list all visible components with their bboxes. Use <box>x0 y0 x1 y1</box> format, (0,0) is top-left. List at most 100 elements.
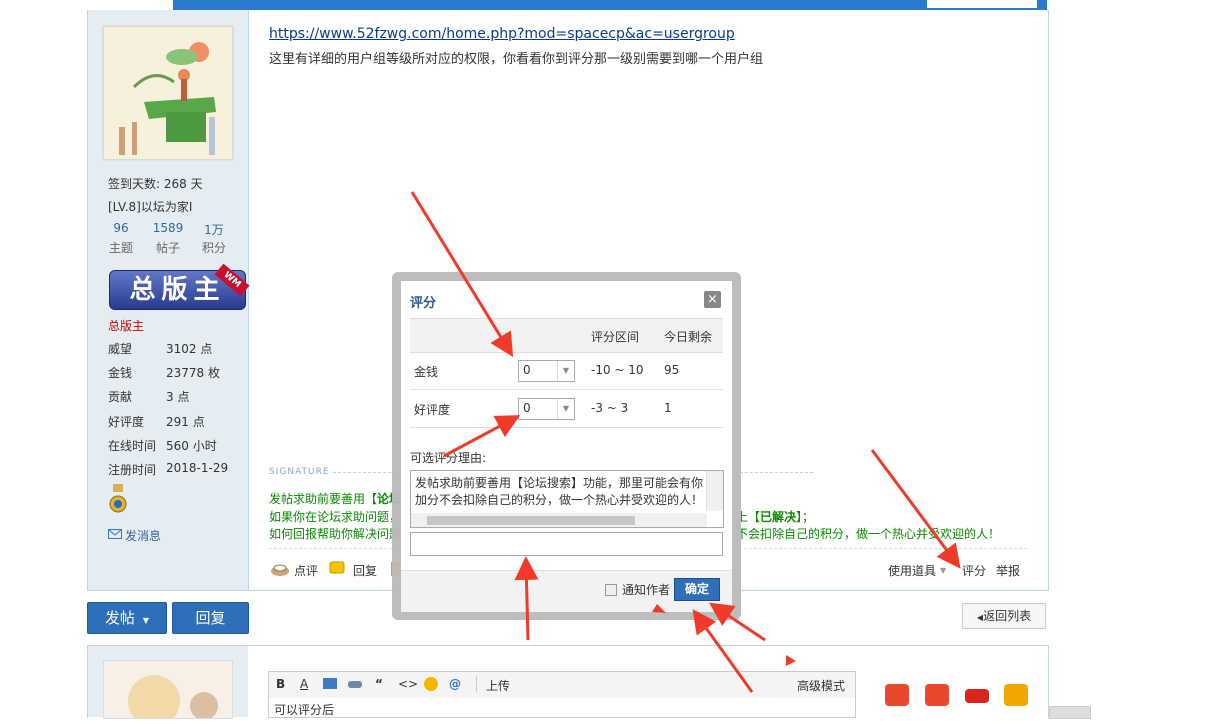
use-tools-menu[interactable]: 使用道具 <box>888 562 936 579</box>
info-key: 在线时间 <box>108 439 157 453</box>
horizontal-scrollbar[interactable] <box>411 513 707 527</box>
info-value: 23778 枚 <box>166 366 220 380</box>
badge-text: 总版主 <box>129 275 226 305</box>
stat-points-label: 积分 <box>201 241 226 255</box>
advanced-mode-link[interactable]: 高级模式 <box>797 677 845 694</box>
info-value: 3102 点 <box>166 342 213 356</box>
chevron-down-icon: ▼ <box>940 566 947 575</box>
new-post-button[interactable]: 发帖 ▼ <box>87 602 167 634</box>
editor-text: 可以评分后 <box>274 703 335 717</box>
chevron-down-icon: ▼ <box>557 361 574 381</box>
emoticon-icon[interactable] <box>424 677 438 691</box>
medal-icon[interactable] <box>109 484 127 514</box>
info-key: 金钱 <box>108 366 133 380</box>
caret-down-icon: ▼ <box>142 616 150 625</box>
chevron-down-icon: ▼ <box>557 399 574 419</box>
signature-label: SIGNATURE <box>269 467 330 477</box>
info-key: 威望 <box>108 342 133 356</box>
comment-link[interactable]: 点评 <box>294 562 318 579</box>
reason-listbox[interactable]: 发帖求助前要善用【论坛搜索】功能，那里可能会有你 加分不会扣除自己的积分，做一个… <box>410 470 724 528</box>
info-value: 560 小时 <box>166 439 217 453</box>
reason-option[interactable]: 发帖求助前要善用【论坛搜索】功能，那里可能会有你 <box>415 474 703 491</box>
select-value: 0 <box>523 401 531 415</box>
row-divider <box>410 427 723 428</box>
stat-points[interactable]: 1万 <box>192 221 236 238</box>
stat-threads[interactable]: 96 <box>99 221 143 235</box>
emoji-icon[interactable] <box>885 684 909 706</box>
editor-toolbar: B A “ <> @ 上传 高级模式 <box>268 671 856 699</box>
col-remain-header: 今日剩余 <box>664 330 713 344</box>
info-key: 注册时间 <box>108 463 157 477</box>
reply-button[interactable]: 回复 <box>172 602 249 634</box>
reason-label: 可选评分理由: <box>410 451 487 465</box>
notify-author-checkbox[interactable] <box>605 584 617 596</box>
checkin-days: 签到天数: 268 天 <box>108 177 203 191</box>
signature-line-3a: 如何回报帮助你解决问题 <box>269 527 402 541</box>
report-link[interactable]: 举报 <box>996 562 1020 579</box>
rate-row-remain: 95 <box>664 363 680 377</box>
nav-tab-active[interactable] <box>87 0 173 10</box>
info-key: 贡献 <box>108 390 133 404</box>
message-icon <box>108 528 122 539</box>
rate-row-range: -10 ~ 10 <box>591 363 644 377</box>
post-content: 这里有详细的用户组等级所对应的权限，你看看你到评分那一级别需要到哪一个用户组 <box>269 52 764 67</box>
info-value: 2018-1-29 <box>166 461 229 475</box>
vertical-scrollbar[interactable] <box>706 471 723 511</box>
scrollbar-thumb[interactable] <box>427 516 635 525</box>
select-value: 0 <box>523 363 531 377</box>
rate-link[interactable]: 评分 <box>962 562 986 579</box>
comment-icon[interactable] <box>270 561 290 577</box>
emoji-icon[interactable] <box>925 684 949 706</box>
notify-author-label: 通知作者 <box>622 583 671 597</box>
reply-icon[interactable] <box>329 561 345 576</box>
rate-row-remain: 1 <box>664 401 672 415</box>
emoji-icon[interactable] <box>965 689 989 703</box>
user-group[interactable]: 总版主 <box>108 317 144 334</box>
signature-line-1: 发帖求助前要善用【论坛 <box>269 492 402 506</box>
signature-line-2b: 上【已解决】； <box>736 510 815 524</box>
signature-line-2a: 如果你在论坛求助问题， <box>269 510 402 524</box>
image-icon[interactable] <box>323 678 337 689</box>
usergroup-link[interactable]: https://www.52fzwg.com/home.php?mod=spac… <box>269 26 735 42</box>
editor-textarea[interactable]: 可以评分后 <box>268 698 856 718</box>
confirm-button[interactable]: 确定 <box>674 578 720 601</box>
dialog-title: 评分 <box>410 296 437 311</box>
back-to-list-button[interactable]: ◀返回列表 <box>962 603 1046 629</box>
emoji-icon[interactable] <box>1004 684 1028 706</box>
user-level[interactable]: [LV.8]以坛为家I <box>108 198 192 215</box>
stat-posts[interactable]: 1589 <box>146 221 190 235</box>
upload-button[interactable]: 上传 <box>486 677 510 694</box>
moderator-badge: 总版主 WM <box>109 263 250 310</box>
link-icon[interactable] <box>348 681 362 688</box>
toolbar-divider <box>476 676 477 692</box>
stat-posts-label: 帖子 <box>155 241 180 255</box>
font-color-icon[interactable]: A <box>300 677 308 691</box>
quote-icon[interactable]: “ <box>375 677 383 691</box>
money-score-select[interactable]: 0 ▼ <box>518 360 575 382</box>
info-value: 3 点 <box>166 390 190 404</box>
rate-row-name: 金钱 <box>414 365 439 379</box>
rate-row-range: -3 ~ 3 <box>591 401 629 415</box>
send-message-link[interactable]: 发消息 <box>125 527 161 544</box>
rate-row-name: 好评度 <box>414 403 451 417</box>
code-icon[interactable]: <> <box>398 677 418 691</box>
mention-icon[interactable]: @ <box>449 677 461 691</box>
user-avatar[interactable] <box>103 26 233 160</box>
signature-line-3b: 不会扣除自己的积分，做一个热心并受欢迎的人！ <box>736 527 1001 541</box>
new-post-label: 发帖 <box>104 609 135 627</box>
info-value: 291 点 <box>166 415 205 429</box>
scroll-top-button[interactable] <box>1049 706 1091 719</box>
top-nav <box>87 0 1047 10</box>
col-range-header: 评分区间 <box>591 330 640 344</box>
reason-option[interactable]: 加分不会扣除自己的积分，做一个热心并受欢迎的人！ <box>415 491 703 508</box>
search-input[interactable] <box>927 0 1037 8</box>
reply-link[interactable]: 回复 <box>353 562 377 579</box>
nav-tab[interactable] <box>175 0 195 10</box>
bold-icon[interactable]: B <box>276 677 285 691</box>
close-icon[interactable]: × <box>704 291 721 308</box>
row-divider <box>410 389 723 390</box>
reputation-score-select[interactable]: 0 ▼ <box>518 398 575 420</box>
reason-input[interactable] <box>410 532 723 556</box>
stat-threads-label: 主题 <box>108 241 133 255</box>
reply-avatar <box>103 660 233 721</box>
